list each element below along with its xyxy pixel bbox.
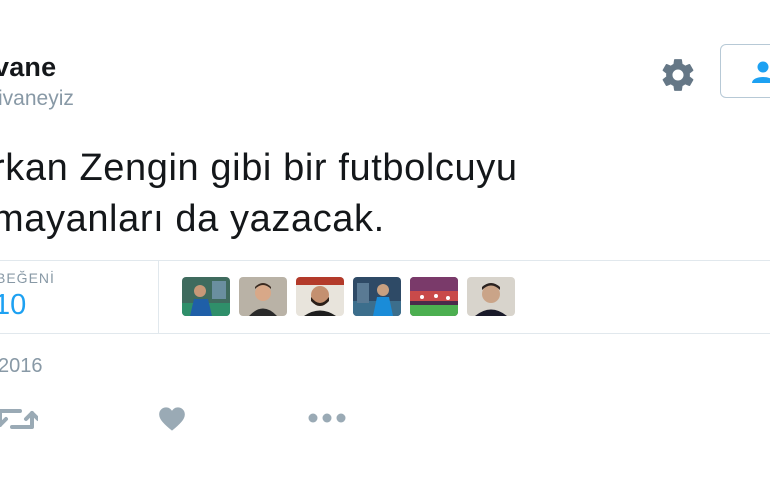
stats-vertical-divider (158, 261, 159, 333)
author-display-name[interactable]: vane (0, 52, 56, 83)
liker-avatar-3[interactable] (296, 277, 344, 316)
tweet-text: rkan Zengin gibi bir futbolcuyu mayanlar… (0, 143, 518, 245)
liker-avatar-5[interactable] (410, 277, 458, 316)
tweet-card: vane ivaneyiz rkan Zengin gibi bir futbo… (0, 0, 770, 485)
stats-top-divider (0, 260, 770, 261)
likes-count[interactable]: 10 (0, 289, 26, 322)
more-dots-icon[interactable] (307, 411, 347, 430)
stats-bottom-divider (0, 333, 770, 334)
liker-avatar-4[interactable] (353, 277, 401, 316)
author-username[interactable]: ivaneyiz (0, 87, 74, 111)
tweet-text-line-1: rkan Zengin gibi bir futbolcuyu (0, 147, 518, 189)
heart-icon[interactable] (158, 406, 186, 437)
tweet-text-line-2: mayanları da yazacak. (0, 198, 385, 240)
follow-button[interactable] (720, 44, 770, 98)
retweet-icon[interactable] (0, 405, 40, 438)
liker-avatar-6[interactable] (467, 277, 515, 316)
follow-user-icon (752, 61, 770, 83)
liker-avatar-1[interactable] (182, 277, 230, 316)
gear-icon[interactable] (659, 56, 697, 94)
liker-avatar-2[interactable] (239, 277, 287, 316)
tweet-date[interactable]: 2016 (0, 355, 43, 378)
likes-label[interactable]: BEĞENİ (0, 270, 55, 286)
